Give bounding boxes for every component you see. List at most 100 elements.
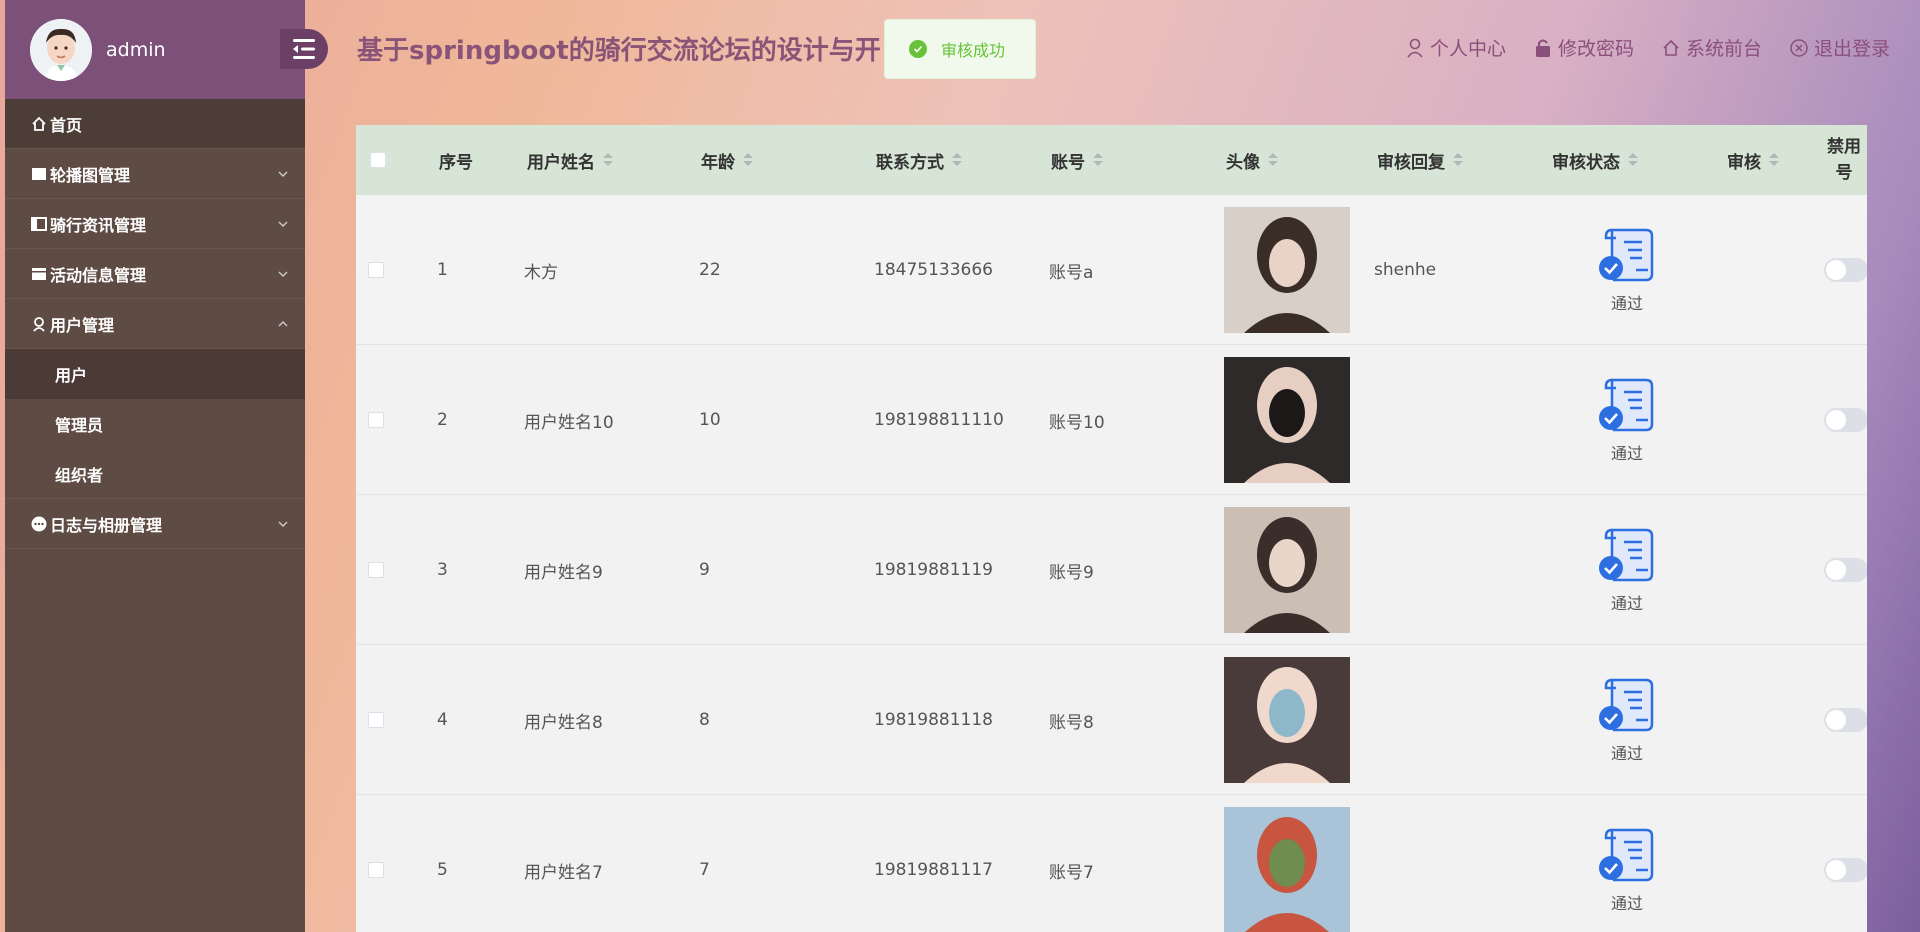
system-frontend-link[interactable]: 系统前台: [1662, 34, 1762, 61]
row-checkbox[interactable]: [368, 345, 384, 495]
table-header: 序号 用户姓名 年龄 联系方式 账号 头像 审核回复 审核状态 审核 禁用号: [356, 125, 1867, 195]
cell-status: 通过: [1592, 645, 1662, 795]
toast-message: 审核成功: [941, 41, 1006, 60]
cell-account: 账号9: [1049, 562, 1094, 583]
user-photo[interactable]: [1224, 507, 1350, 633]
sort-icon: [1769, 153, 1779, 167]
user-table: 序号 用户姓名 年龄 联系方式 账号 头像 审核回复 审核状态 审核 禁用号 1…: [356, 125, 1867, 932]
home-icon: [1663, 39, 1679, 56]
cell-index: 3: [437, 560, 448, 580]
cell-disable[interactable]: [1824, 195, 1867, 345]
sidebar-item-label: 活动信息管理: [50, 265, 147, 285]
cell-name: 用户姓名10: [524, 412, 614, 433]
cell-name: 用户姓名9: [524, 562, 603, 583]
cell-status: 通过: [1592, 795, 1662, 932]
status-label: 通过: [1610, 294, 1643, 313]
sidebar-subitem-label: 管理员: [55, 416, 104, 435]
top-nav: 个人中心 修改密码 系统前台 退出登录: [1378, 34, 1890, 61]
home-icon: [30, 116, 48, 132]
select-all-checkbox[interactable]: [370, 125, 386, 195]
sidebar-item-home[interactable]: 首页: [5, 99, 305, 149]
disable-switch[interactable]: [1824, 708, 1867, 732]
sort-icon: [1268, 153, 1278, 167]
table-row: 3 用户姓名9 9 19819881119 账号9 通过: [356, 495, 1867, 645]
audit-scroll-icon: [1599, 828, 1654, 882]
disable-switch[interactable]: [1824, 558, 1867, 582]
sidebar-item-label: 轮播图管理: [50, 165, 131, 185]
column-header-status[interactable]: 审核状态: [1552, 125, 1638, 195]
success-toast: 审核成功: [884, 19, 1036, 79]
sidebar-subitem-organizer[interactable]: 组织者: [5, 449, 305, 499]
sidebar-item-carousel[interactable]: 轮播图管理: [5, 149, 305, 199]
sidebar-item-logs-albums[interactable]: 日志与相册管理: [5, 499, 305, 549]
column-header-review[interactable]: 审核: [1727, 125, 1779, 195]
audit-scroll-icon: [1599, 378, 1654, 432]
chevron-down-icon: [278, 171, 288, 177]
sidebar-item-activity[interactable]: 活动信息管理: [5, 249, 305, 299]
cell-status: 通过: [1592, 495, 1662, 645]
personal-center-link[interactable]: 个人中心: [1406, 34, 1506, 61]
disable-switch[interactable]: [1824, 408, 1867, 432]
sidebar-item-user-management[interactable]: 用户管理: [5, 299, 305, 349]
status-label: 通过: [1610, 744, 1643, 763]
column-header-index: 序号: [439, 152, 473, 173]
cell-avatar[interactable]: [1224, 795, 1350, 932]
cell-disable[interactable]: [1824, 795, 1867, 932]
cell-index: 2: [437, 410, 448, 430]
cell-name: 用户姓名8: [524, 712, 603, 733]
user-photo[interactable]: [1224, 357, 1350, 483]
success-check-icon: [909, 40, 927, 58]
cell-name: 用户姓名7: [524, 862, 603, 883]
sort-icon: [1628, 153, 1638, 167]
cell-avatar[interactable]: [1224, 645, 1350, 795]
row-checkbox[interactable]: [368, 645, 384, 795]
calendar-icon: [30, 266, 48, 282]
cell-phone: 18475133666: [874, 260, 993, 280]
cell-account: 账号8: [1049, 712, 1094, 733]
disable-switch[interactable]: [1824, 858, 1867, 882]
status-label: 通过: [1610, 444, 1643, 463]
cell-age: 8: [699, 710, 710, 730]
column-header-account[interactable]: 账号: [1051, 125, 1103, 195]
sidebar-toggle-button[interactable]: [280, 29, 328, 69]
admin-avatar[interactable]: [30, 18, 92, 81]
top-link-label: 系统前台: [1685, 38, 1762, 60]
more-icon: [30, 516, 48, 532]
chevron-down-icon: [278, 521, 288, 527]
news-icon: [30, 216, 48, 232]
cell-age: 10: [699, 410, 721, 430]
cell-disable[interactable]: [1824, 645, 1867, 795]
top-link-label: 退出登录: [1813, 38, 1890, 60]
row-checkbox[interactable]: [368, 195, 384, 345]
row-checkbox[interactable]: [368, 495, 384, 645]
column-header-phone[interactable]: 联系方式: [876, 125, 962, 195]
menu-fold-icon: [293, 39, 315, 59]
cell-disable[interactable]: [1824, 495, 1867, 645]
sidebar-item-news[interactable]: 骑行资讯管理: [5, 199, 305, 249]
sort-icon: [1453, 153, 1463, 167]
logout-link[interactable]: 退出登录: [1790, 34, 1890, 61]
cell-index: 4: [437, 710, 448, 730]
user-photo[interactable]: [1224, 657, 1350, 783]
column-header-avatar[interactable]: 头像: [1226, 125, 1278, 195]
cell-avatar[interactable]: [1224, 195, 1350, 345]
cell-disable[interactable]: [1824, 345, 1867, 495]
sidebar-item-label: 骑行资讯管理: [50, 215, 147, 235]
user-photo[interactable]: [1224, 207, 1350, 333]
cell-avatar[interactable]: [1224, 345, 1350, 495]
cell-name: 木方: [524, 262, 558, 283]
cell-age: 9: [699, 560, 710, 580]
column-header-reply[interactable]: 审核回复: [1377, 125, 1463, 195]
sidebar-subitem-admin[interactable]: 管理员: [5, 399, 305, 449]
row-checkbox[interactable]: [368, 795, 384, 932]
column-header-name[interactable]: 用户姓名: [527, 125, 613, 195]
user-photo[interactable]: [1224, 807, 1350, 932]
cell-phone: 19819881117: [874, 860, 993, 880]
disable-switch[interactable]: [1824, 258, 1867, 282]
chevron-up-icon: [278, 321, 288, 327]
page-title: 基于springboot的骑行交流论坛的设计与开: [357, 36, 881, 66]
sidebar-subitem-user[interactable]: 用户: [5, 349, 305, 399]
cell-avatar[interactable]: [1224, 495, 1350, 645]
change-password-link[interactable]: 修改密码: [1534, 34, 1634, 61]
column-header-age[interactable]: 年龄: [701, 125, 753, 195]
